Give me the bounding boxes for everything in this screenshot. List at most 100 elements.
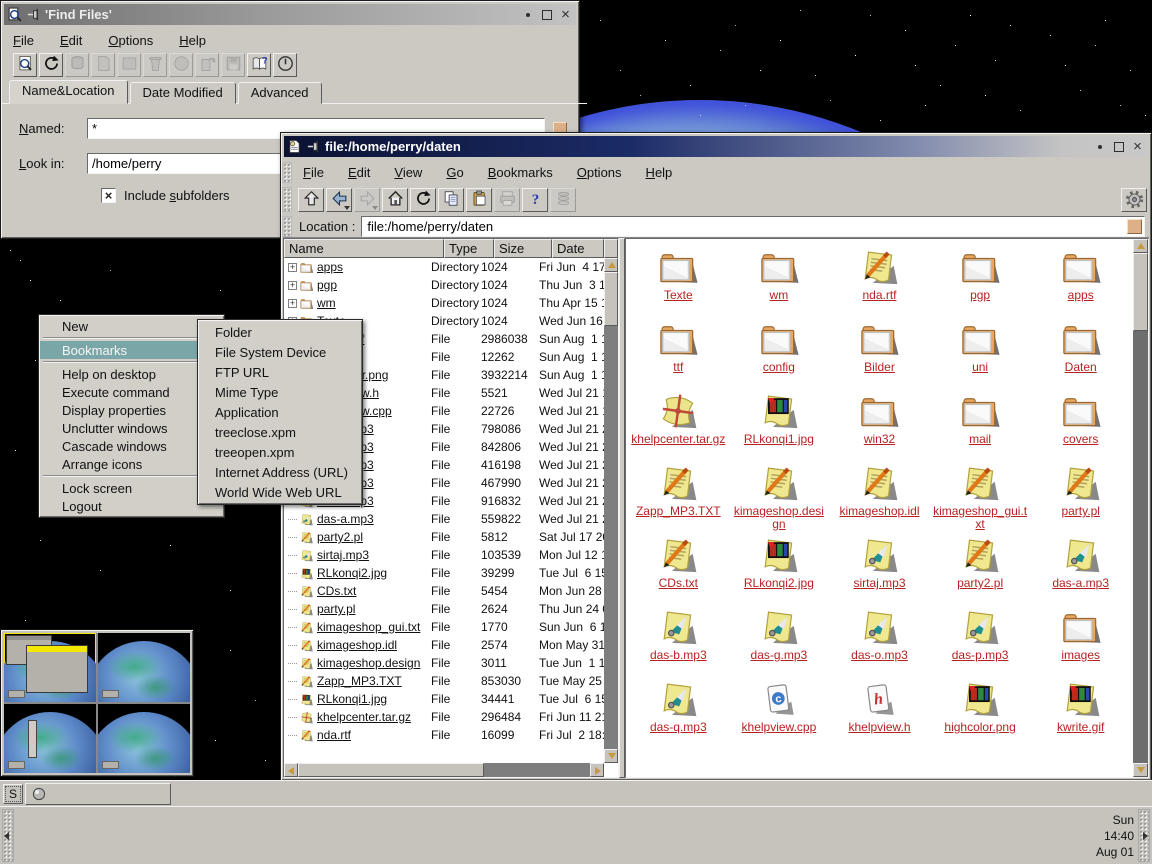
icon-item[interactable]: das-p.mp3: [930, 605, 1031, 677]
helpbook-icon-button[interactable]: ?: [247, 53, 271, 77]
submenu-item-application[interactable]: Application: [199, 402, 361, 422]
paste-icon-button[interactable]: [466, 188, 492, 212]
column-header-size[interactable]: Size: [494, 239, 552, 258]
menu-file[interactable]: File: [13, 33, 34, 48]
scroll-right-arrow[interactable]: [590, 763, 604, 777]
maximize-button[interactable]: [539, 7, 554, 22]
menu-item-lock-screen[interactable]: Lock screen: [40, 479, 223, 497]
plus-box-icon[interactable]: +: [288, 263, 297, 272]
close-button[interactable]: ×: [558, 7, 573, 22]
menu-item-bookmarks[interactable]: Bookmarks▸: [40, 341, 223, 359]
toolbar-handle[interactable]: [282, 187, 292, 212]
icon-item[interactable]: Zapp_MP3.TXT: [628, 461, 729, 533]
sticky-pin-icon[interactable]: [306, 139, 321, 154]
icon-item[interactable]: khelpcenter.tar.gz: [628, 389, 729, 461]
tree-horizontal-scrollbar[interactable]: [284, 763, 604, 777]
reload2-icon-button[interactable]: [410, 188, 436, 212]
submenu-item-ftp-url[interactable]: FTP URL: [199, 362, 361, 382]
menu-item-execute-command[interactable]: Execute command: [40, 383, 223, 401]
file-name-link[interactable]: apps: [317, 260, 431, 274]
maximize-button[interactable]: [1111, 139, 1126, 154]
table-row[interactable]: +pgpDirectory1024Thu Jun 3 19: [286, 276, 618, 294]
table-row[interactable]: party2.plFile5812Sat Jul 17 20:: [286, 528, 618, 546]
table-row[interactable]: kimageshop.designFile3011Tue Jun 1 15: [286, 654, 618, 672]
icon-item[interactable]: sirtaj.mp3: [829, 533, 930, 605]
icon-item[interactable]: mail: [930, 389, 1031, 461]
scrollbar-thumb[interactable]: [604, 272, 618, 326]
submenu-item-treeclose-xpm[interactable]: treeclose.xpm: [199, 422, 361, 442]
icon-item[interactable]: pgp: [930, 245, 1031, 317]
file-name-link[interactable]: nda.rtf: [317, 728, 431, 742]
tab-name-location[interactable]: Name&Location: [9, 80, 128, 104]
pager-window[interactable]: [0, 629, 194, 777]
submenu-item-internet-address-url-[interactable]: Internet Address (URL): [199, 462, 361, 482]
submenu-item-world-wide-web-url[interactable]: World Wide Web URL: [199, 482, 361, 502]
help-icon-button[interactable]: ?: [522, 188, 548, 212]
back-icon-button[interactable]: [326, 188, 352, 212]
file-name-link[interactable]: pgp: [317, 278, 431, 292]
table-row[interactable]: RLkonqi2.jpgFile39299Tue Jul 6 15:: [286, 564, 618, 582]
file-name-link[interactable]: RLkonqi1.jpg: [317, 692, 431, 706]
menu-edit[interactable]: Edit: [348, 165, 370, 180]
icon-item[interactable]: win32: [829, 389, 930, 461]
shade-button[interactable]: [520, 7, 535, 22]
scroll-down-arrow[interactable]: [604, 749, 618, 763]
table-row[interactable]: kimageshop.idlFile2574Mon May 31 1: [286, 636, 618, 654]
expander-icon[interactable]: +: [286, 263, 299, 272]
menubar-handle[interactable]: [282, 162, 292, 183]
pager-desktop-2[interactable]: [98, 633, 190, 702]
scroll-up-arrow[interactable]: [1133, 239, 1148, 253]
menu-bookmarks[interactable]: Bookmarks: [488, 165, 553, 180]
icon-item[interactable]: covers: [1030, 389, 1131, 461]
table-row[interactable]: khelpcenter.tar.gzFile296484Fri Jun 11 2…: [286, 708, 618, 726]
icon-item[interactable]: das-g.mp3: [729, 605, 830, 677]
icon-item[interactable]: uni: [930, 317, 1031, 389]
table-row[interactable]: RLkonqi1.jpgFile34441Tue Jul 6 15:: [286, 690, 618, 708]
file-name-link[interactable]: wm: [317, 296, 431, 310]
table-row[interactable]: das-a.mp3File559822Wed Jul 21 21: [286, 510, 618, 528]
file-name-link[interactable]: Zapp_MP3.TXT: [317, 674, 431, 688]
home-icon-button[interactable]: [382, 188, 408, 212]
icon-item[interactable]: kwrite.gif: [1030, 677, 1131, 749]
search-icon-button[interactable]: [13, 53, 37, 77]
icon-item[interactable]: nda.rtf: [829, 245, 930, 317]
menu-item-unclutter-windows[interactable]: Unclutter windows: [40, 419, 223, 437]
panel-handle-right[interactable]: [1138, 809, 1150, 862]
icon-item[interactable]: RLkonqi2.jpg: [729, 533, 830, 605]
file-name-link[interactable]: das-a.mp3: [317, 512, 431, 526]
file-name-link[interactable]: RLkonqi2.jpg: [317, 566, 431, 580]
table-row[interactable]: sirtaj.mp3File103539Mon Jul 12 16: [286, 546, 618, 564]
submenu-item-file-system-device[interactable]: File System Device: [199, 342, 361, 362]
file-name-link[interactable]: kimageshop_gui.txt: [317, 620, 431, 634]
menu-item-display-properties[interactable]: Display properties: [40, 401, 223, 419]
column-header-type[interactable]: Type: [444, 239, 494, 258]
menu-item-logout[interactable]: Logout: [40, 497, 223, 515]
find-files-titlebar[interactable]: 'Find Files' ×: [4, 4, 576, 25]
icon-item[interactable]: kimageshop.design: [729, 461, 830, 533]
table-row[interactable]: kimageshop_gui.txtFile1770Sun Jun 6 14: [286, 618, 618, 636]
menu-help[interactable]: Help: [179, 33, 206, 48]
tree-vertical-scrollbar[interactable]: [604, 258, 618, 763]
icon-item[interactable]: Texte: [628, 245, 729, 317]
scroll-up-arrow[interactable]: [604, 258, 618, 272]
reload-icon-button[interactable]: [39, 53, 63, 77]
menu-item-help-on-desktop[interactable]: Help on desktop: [40, 365, 223, 383]
menu-go[interactable]: Go: [446, 165, 463, 180]
icon-item[interactable]: images: [1030, 605, 1131, 677]
icon-item[interactable]: config: [729, 317, 830, 389]
file-name-link[interactable]: party2.pl: [317, 530, 431, 544]
table-row[interactable]: Zapp_MP3.TXTFile853030Tue May 25 0: [286, 672, 618, 690]
scroll-down-arrow[interactable]: [1133, 763, 1148, 777]
quit-icon-button[interactable]: [273, 53, 297, 77]
icon-item[interactable]: Bilder: [829, 317, 930, 389]
tab-advanced[interactable]: Advanced: [238, 82, 322, 104]
icon-item[interactable]: das-o.mp3: [829, 605, 930, 677]
file-name-link[interactable]: kimageshop.idl: [317, 638, 431, 652]
menu-file[interactable]: File: [303, 165, 324, 180]
submenu-item-treeopen-xpm[interactable]: treeopen.xpm: [199, 442, 361, 462]
menu-item-arrange-icons[interactable]: Arrange icons: [40, 455, 223, 473]
close-button[interactable]: ×: [1130, 139, 1145, 154]
plus-box-icon[interactable]: +: [288, 299, 297, 308]
column-header-name[interactable]: Name: [284, 239, 444, 258]
location-input[interactable]: [367, 219, 1123, 234]
